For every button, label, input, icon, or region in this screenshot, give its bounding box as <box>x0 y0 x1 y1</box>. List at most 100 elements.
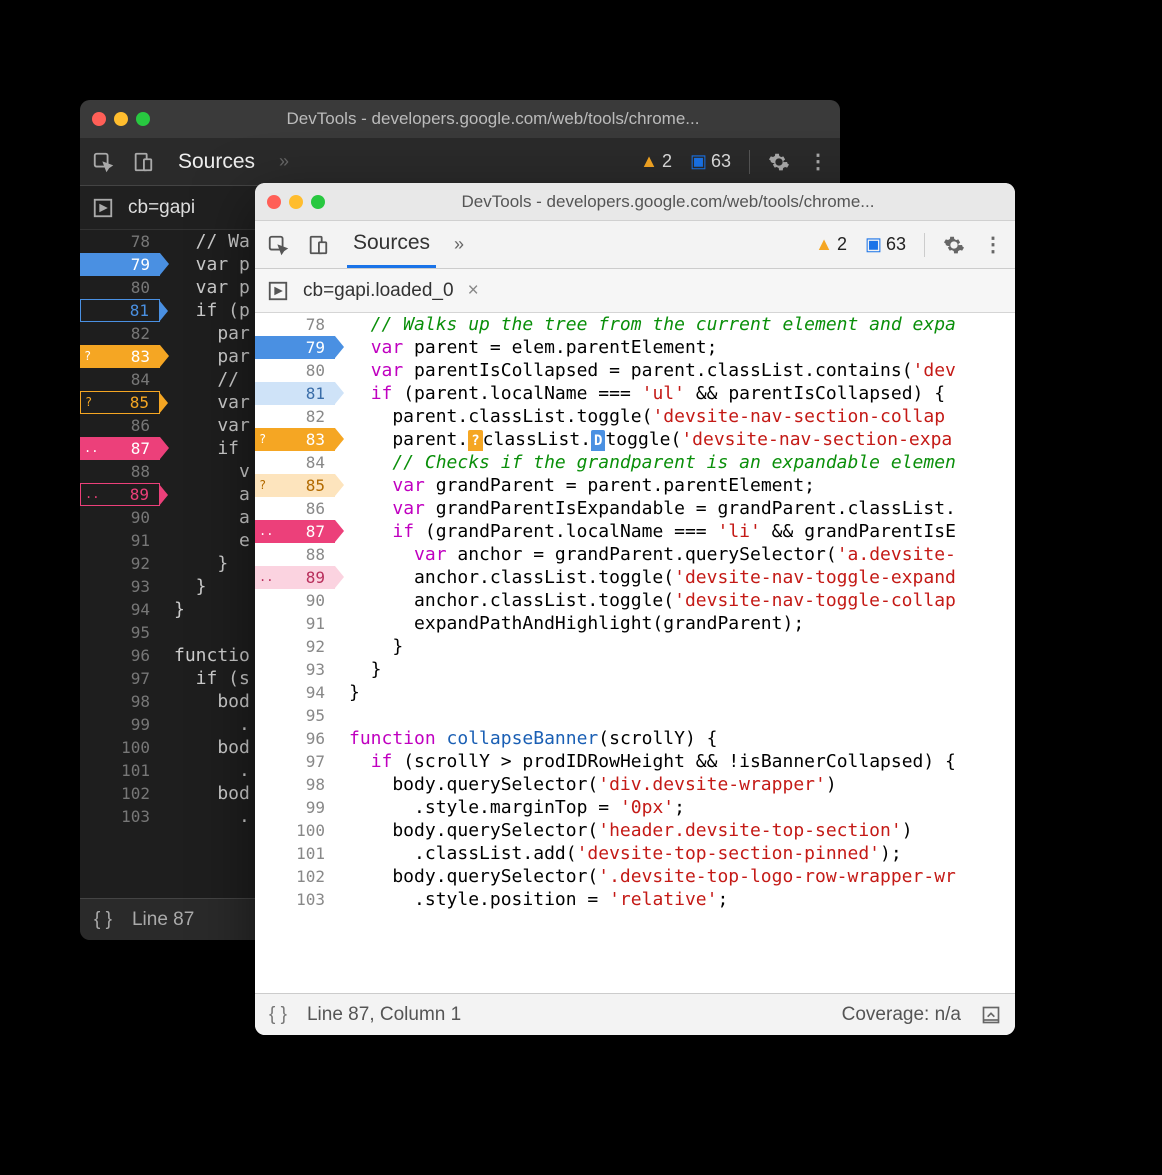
code-line[interactable]: .classList.add('devsite-top-section-pinn… <box>349 842 1015 865</box>
code-line[interactable]: if (parent.localName === 'ul' && parentI… <box>349 382 1015 405</box>
code-line[interactable]: .style.position = 'relative'; <box>349 888 1015 911</box>
gutter-line[interactable]: 91 <box>80 529 160 552</box>
more-tabs-icon[interactable]: » <box>454 234 464 255</box>
gutter-line[interactable]: ?85 <box>80 391 160 414</box>
gutter-line[interactable]: 96 <box>80 644 160 667</box>
gutter-line[interactable]: 94 <box>255 681 335 704</box>
code-line[interactable]: expandPathAndHighlight(grandParent); <box>349 612 1015 635</box>
gutter-line[interactable]: 97 <box>255 750 335 773</box>
gutter-line[interactable]: 90 <box>255 589 335 612</box>
maximize-window-icon[interactable] <box>311 195 325 209</box>
code-line[interactable]: function collapseBanner(scrollY) { <box>349 727 1015 750</box>
gutter-line[interactable]: 92 <box>255 635 335 658</box>
minimize-window-icon[interactable] <box>114 112 128 126</box>
minimize-window-icon[interactable] <box>289 195 303 209</box>
gutter-line[interactable]: 82 <box>80 322 160 345</box>
code-line[interactable]: var parentIsCollapsed = parent.classList… <box>349 359 1015 382</box>
gutter-line[interactable]: ?85 <box>255 474 335 497</box>
format-code-icon[interactable]: { } <box>269 1004 287 1026</box>
gutter-line[interactable]: 98 <box>80 690 160 713</box>
code-line[interactable]: parent.classList.toggle('devsite-nav-sec… <box>349 405 1015 428</box>
close-window-icon[interactable] <box>92 112 106 126</box>
device-toggle-icon[interactable] <box>307 234 329 256</box>
gutter-line[interactable]: 103 <box>255 888 335 911</box>
gutter-line[interactable]: 78 <box>255 313 335 336</box>
line-gutter[interactable]: 7879808182?8384?8586..8788..899091929394… <box>80 230 160 898</box>
maximize-window-icon[interactable] <box>136 112 150 126</box>
gutter-line[interactable]: 95 <box>80 621 160 644</box>
gutter-line[interactable]: 102 <box>255 865 335 888</box>
code-line[interactable]: var grandParentIsExpandable = grandParen… <box>349 497 1015 520</box>
close-tab-icon[interactable]: × <box>468 280 479 302</box>
more-tabs-icon[interactable]: » <box>279 151 289 172</box>
gutter-line[interactable]: 90 <box>80 506 160 529</box>
device-toggle-icon[interactable] <box>132 151 154 173</box>
code-line[interactable]: var grandParent = parent.parentElement; <box>349 474 1015 497</box>
code-line[interactable]: body.querySelector('.devsite-top-logo-ro… <box>349 865 1015 888</box>
gutter-line[interactable]: ..89 <box>255 566 335 589</box>
code-line[interactable]: anchor.classList.toggle('devsite-nav-tog… <box>349 589 1015 612</box>
settings-icon[interactable] <box>943 234 965 256</box>
gutter-line[interactable]: 93 <box>255 658 335 681</box>
code-line[interactable]: if (grandParent.localName === 'li' && gr… <box>349 520 1015 543</box>
code-line[interactable]: var parent = elem.parentElement; <box>349 336 1015 359</box>
gutter-line[interactable]: 102 <box>80 782 160 805</box>
code-line[interactable]: } <box>349 635 1015 658</box>
warnings-badge[interactable]: ▲2 <box>640 151 672 172</box>
gutter-line[interactable]: 91 <box>255 612 335 635</box>
gutter-line[interactable]: 80 <box>80 276 160 299</box>
gutter-line[interactable]: 88 <box>255 543 335 566</box>
gutter-line[interactable]: 86 <box>80 414 160 437</box>
gutter-line[interactable]: 96 <box>255 727 335 750</box>
inspect-element-icon[interactable] <box>92 151 114 173</box>
tab-sources[interactable]: Sources <box>172 140 261 184</box>
code-content[interactable]: // Walks up the tree from the current el… <box>335 313 1015 993</box>
gutter-line[interactable]: ..87 <box>80 437 160 460</box>
kebab-menu-icon[interactable]: ⋮ <box>808 149 828 174</box>
messages-badge[interactable]: ▣63 <box>865 234 906 255</box>
gutter-line[interactable]: 84 <box>80 368 160 391</box>
code-line[interactable]: parent.?classList.Dtoggle('devsite-nav-s… <box>349 428 1015 451</box>
code-line[interactable]: // Walks up the tree from the current el… <box>349 313 1015 336</box>
inspect-element-icon[interactable] <box>267 234 289 256</box>
code-line[interactable]: anchor.classList.toggle('devsite-nav-tog… <box>349 566 1015 589</box>
gutter-line[interactable]: 84 <box>255 451 335 474</box>
gutter-line[interactable]: 99 <box>80 713 160 736</box>
gutter-line[interactable]: 79 <box>255 336 335 359</box>
gutter-line[interactable]: 94 <box>80 598 160 621</box>
code-line[interactable]: .style.marginTop = '0px'; <box>349 796 1015 819</box>
code-line[interactable] <box>349 704 1015 727</box>
gutter-line[interactable]: 92 <box>80 552 160 575</box>
gutter-line[interactable]: 82 <box>255 405 335 428</box>
gutter-line[interactable]: 88 <box>80 460 160 483</box>
gutter-line[interactable]: 78 <box>80 230 160 253</box>
gutter-line[interactable]: ?83 <box>80 345 160 368</box>
line-gutter[interactable]: 7879808182?8384?8586..8788..899091929394… <box>255 313 335 993</box>
tab-sources[interactable]: Sources <box>347 221 436 268</box>
gutter-line[interactable]: 81 <box>80 299 160 322</box>
format-code-icon[interactable]: { } <box>94 909 112 931</box>
settings-icon[interactable] <box>768 151 790 173</box>
code-line[interactable]: var anchor = grandParent.querySelector('… <box>349 543 1015 566</box>
code-line[interactable]: } <box>349 681 1015 704</box>
gutter-line[interactable]: 79 <box>80 253 160 276</box>
gutter-line[interactable]: 101 <box>255 842 335 865</box>
debugger-pane-icon[interactable] <box>267 280 289 302</box>
gutter-line[interactable]: ..89 <box>80 483 160 506</box>
gutter-line[interactable]: 81 <box>255 382 335 405</box>
gutter-line[interactable]: 93 <box>80 575 160 598</box>
gutter-line[interactable]: 103 <box>80 805 160 828</box>
gutter-line[interactable]: 100 <box>255 819 335 842</box>
code-line[interactable]: // Checks if the grandparent is an expan… <box>349 451 1015 474</box>
gutter-line[interactable]: 80 <box>255 359 335 382</box>
gutter-line[interactable]: ..87 <box>255 520 335 543</box>
code-line[interactable]: if (scrollY > prodIDRowHeight && !isBann… <box>349 750 1015 773</box>
gutter-line[interactable]: 99 <box>255 796 335 819</box>
code-line[interactable]: body.querySelector('header.devsite-top-s… <box>349 819 1015 842</box>
gutter-line[interactable]: 100 <box>80 736 160 759</box>
code-line[interactable]: body.querySelector('div.devsite-wrapper'… <box>349 773 1015 796</box>
messages-badge[interactable]: ▣63 <box>690 151 731 172</box>
file-tab[interactable]: cb=gapi <box>128 197 195 219</box>
gutter-line[interactable]: 97 <box>80 667 160 690</box>
gutter-line[interactable]: 95 <box>255 704 335 727</box>
